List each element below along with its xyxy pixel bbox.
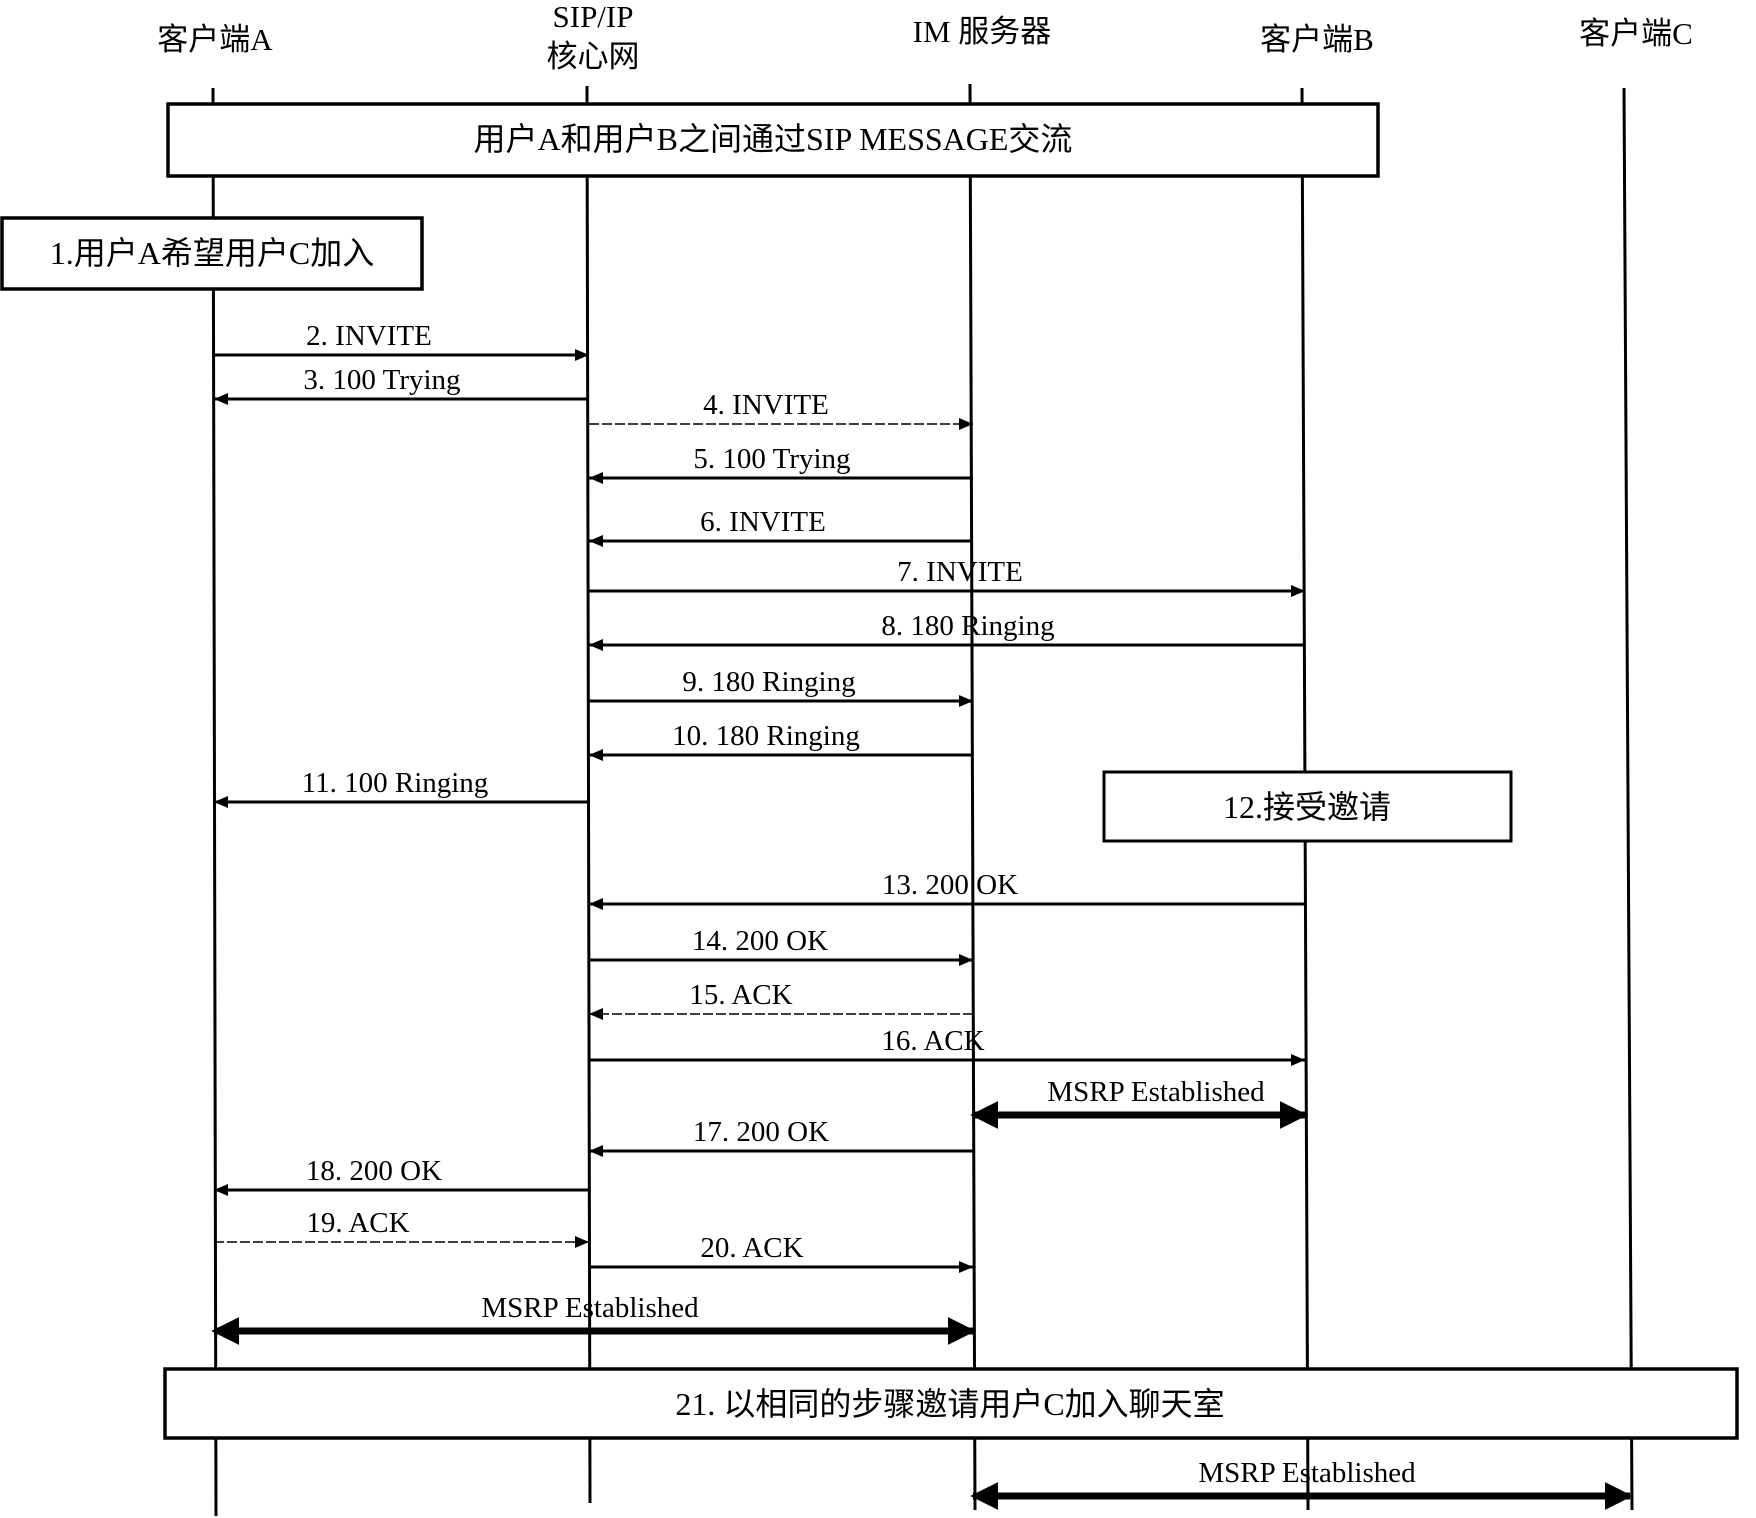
arrowhead-left-icon: [214, 796, 228, 808]
message-label: 9. 180 Ringing: [682, 666, 855, 698]
lifeline-client-c: [1622, 87, 1634, 1511]
message-label: 4. INVITE: [703, 389, 829, 421]
message-arrow: 8. 180 Ringing: [589, 610, 1305, 651]
message-arrow: 15. ACK: [589, 979, 973, 1020]
sequence-diagram: 客户端A SIP/IP 核心网 IM 服务器 客户端B 客户端C 用户A和用户B…: [0, 0, 1739, 1517]
message-label: 10. 180 Ringing: [672, 720, 860, 752]
message-label: 19. ACK: [306, 1207, 409, 1239]
message-label: 3. 100 Trying: [303, 364, 460, 396]
message-label: MSRP Established: [1198, 1457, 1416, 1489]
message-arrow: 10. 180 Ringing: [589, 720, 973, 761]
note-step-12: 12.接受邀请: [1102, 770, 1513, 843]
arrowhead-right-icon: [959, 1261, 973, 1273]
message-label: 6. INVITE: [700, 506, 826, 538]
participant-label-client-a: 客户端A: [157, 22, 273, 57]
msrp-established-arrow: MSRP Established: [970, 1076, 1308, 1129]
message-arrow: 5. 100 Trying: [589, 443, 973, 484]
participant-label-sip-core-line2: 核心网: [547, 39, 640, 74]
message-label: 18. 200 OK: [306, 1155, 442, 1187]
message-label: 16. ACK: [881, 1025, 984, 1057]
note-step-1-text: 1.用户A希望用户C加入: [50, 235, 374, 271]
message-label: 2. INVITE: [306, 320, 432, 352]
message-label: 11. 100 Ringing: [302, 767, 489, 799]
arrowhead-left-icon: [589, 535, 603, 547]
message-arrow: 13. 200 OK: [589, 869, 1305, 910]
message-label: MSRP Established: [481, 1292, 699, 1324]
note-sip-message-text: 用户A和用户B之间通过SIP MESSAGE交流: [474, 121, 1073, 157]
msrp-established-arrow: MSRP Established: [970, 1457, 1633, 1510]
note-step-21: 21. 以相同的步骤邀请用户C加入聊天室: [163, 1367, 1739, 1440]
arrowhead-left-icon: [214, 393, 228, 405]
messages: 2. INVITE 3. 100 Trying 4. INVITE 5. 100 Tr…: [211, 320, 1633, 1510]
arrowhead-left-icon: [589, 749, 603, 761]
message-label: 13. 200 OK: [882, 869, 1018, 901]
message-arrow: 19. ACK: [214, 1207, 589, 1248]
participant-label-client-c: 客户端C: [1579, 16, 1693, 51]
participant-label-im-server: IM 服务器: [913, 14, 1052, 49]
note-step-12-text: 12.接受邀请: [1223, 789, 1391, 825]
message-arrow: 17. 200 OK: [589, 1116, 973, 1157]
arrowhead-right-icon: [575, 1236, 589, 1248]
message-arrow: 11. 100 Ringing: [214, 767, 589, 808]
message-arrow: 9. 180 Ringing: [589, 666, 973, 707]
lifeline-im-server: [968, 83, 977, 1511]
message-arrow: 6. INVITE: [589, 506, 973, 547]
arrowhead-left-icon: [589, 639, 603, 651]
arrowhead-left-icon: [589, 898, 603, 910]
arrowhead-right-icon: [959, 954, 973, 966]
participant-label-sip-core: SIP/IP: [553, 0, 634, 34]
participant-label-client-b: 客户端B: [1260, 22, 1374, 57]
lifeline-sip-core: [585, 85, 592, 1504]
message-label: 8. 180 Ringing: [881, 610, 1054, 642]
arrowhead-left-icon: [589, 472, 603, 484]
arrowhead-left-icon: [589, 1008, 603, 1020]
message-label: 15. ACK: [689, 979, 792, 1011]
message-label: 17. 200 OK: [693, 1116, 829, 1148]
participant-headers: 客户端A SIP/IP 核心网 IM 服务器 客户端B 客户端C: [157, 0, 1693, 74]
message-arrow: 20. ACK: [589, 1232, 973, 1273]
message-arrow: 14. 200 OK: [589, 925, 973, 966]
arrowhead-right-icon: [1291, 1054, 1305, 1066]
message-arrow: 3. 100 Trying: [214, 364, 589, 405]
message-arrow: 16. ACK: [589, 1025, 1305, 1066]
message-arrow: 2. INVITE: [214, 320, 589, 361]
message-label: 14. 200 OK: [692, 925, 828, 957]
message-arrow: 7. INVITE: [589, 556, 1305, 597]
note-sip-message: 用户A和用户B之间通过SIP MESSAGE交流: [166, 102, 1380, 178]
message-label: 20. ACK: [700, 1232, 803, 1264]
message-label: 5. 100 Trying: [693, 443, 850, 475]
msrp-established-arrow: MSRP Established: [211, 1292, 976, 1345]
note-step-1: 1.用户A希望用户C加入: [0, 216, 424, 291]
note-step-21-text: 21. 以相同的步骤邀请用户C加入聊天室: [675, 1386, 1224, 1422]
message-label: MSRP Established: [1047, 1076, 1265, 1108]
message-label: 7. INVITE: [897, 556, 1023, 588]
message-arrow: 18. 200 OK: [214, 1155, 589, 1196]
arrowhead-left-icon: [589, 1145, 603, 1157]
message-arrow: 4. INVITE: [589, 389, 973, 430]
